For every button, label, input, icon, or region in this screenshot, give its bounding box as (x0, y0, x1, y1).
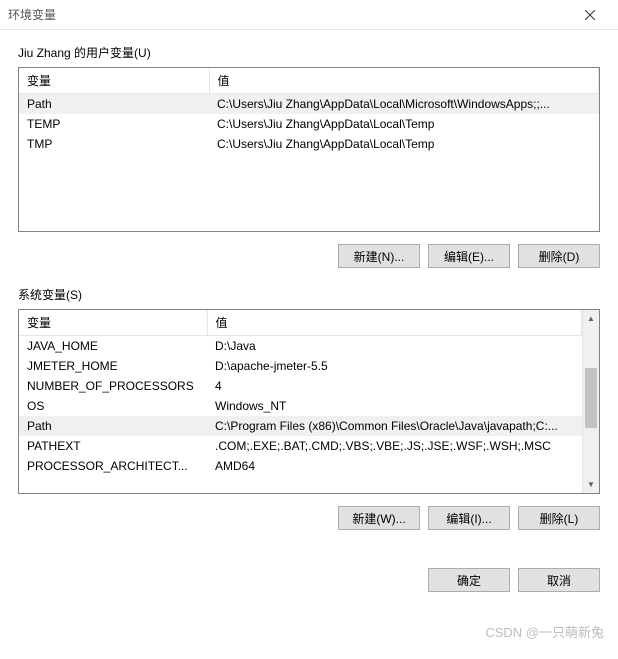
scroll-up-icon[interactable]: ▲ (583, 310, 599, 327)
cell-value: .COM;.EXE;.BAT;.CMD;.VBS;.VBE;.JS;.JSE;.… (207, 436, 582, 456)
table-row[interactable]: JAVA_HOMED:\Java (19, 336, 582, 357)
cell-value: D:\apache-jmeter-5.5 (207, 356, 582, 376)
cell-value: C:\Users\Jiu Zhang\AppData\Local\Microso… (209, 94, 599, 115)
cell-name: OS (19, 396, 207, 416)
cell-name: PROCESSOR_ARCHITECT... (19, 456, 207, 476)
table-row[interactable]: JMETER_HOMED:\apache-jmeter-5.5 (19, 356, 582, 376)
col-header-value[interactable]: 值 (209, 68, 599, 94)
scroll-down-icon[interactable]: ▼ (583, 476, 599, 493)
scroll-thumb[interactable] (585, 368, 597, 428)
table-row[interactable]: PROCESSOR_ARCHITECT...AMD64 (19, 456, 582, 476)
cell-value: AMD64 (207, 456, 582, 476)
user-edit-button[interactable]: 编辑(E)... (428, 244, 510, 268)
col-header-name[interactable]: 变量 (19, 310, 207, 336)
user-vars-buttons: 新建(N)... 编辑(E)... 删除(D) (18, 244, 600, 268)
cell-name: TMP (19, 134, 209, 154)
table-header-row: 变量 值 (19, 68, 599, 94)
cell-value: C:\Users\Jiu Zhang\AppData\Local\Temp (209, 134, 599, 154)
titlebar: 环境变量 (0, 0, 618, 30)
cell-name: JAVA_HOME (19, 336, 207, 357)
user-delete-button[interactable]: 删除(D) (518, 244, 600, 268)
system-new-button[interactable]: 新建(W)... (338, 506, 420, 530)
table-row[interactable]: NUMBER_OF_PROCESSORS4 (19, 376, 582, 396)
close-icon (585, 10, 595, 20)
col-header-value[interactable]: 值 (207, 310, 582, 336)
col-header-name[interactable]: 变量 (19, 68, 209, 94)
ok-button[interactable]: 确定 (428, 568, 510, 592)
cell-name: Path (19, 416, 207, 436)
cell-value: C:\Program Files (x86)\Common Files\Orac… (207, 416, 582, 436)
user-vars-label: Jiu Zhang 的用户变量(U) (18, 44, 600, 61)
system-vars-label: 系统变量(S) (18, 286, 600, 303)
user-vars-table[interactable]: 变量 值 PathC:\Users\Jiu Zhang\AppData\Loca… (18, 67, 600, 232)
watermark: CSDN @一只萌新兔 (485, 622, 604, 641)
system-vars-table[interactable]: 变量 值 JAVA_HOMED:\JavaJMETER_HOMED:\apach… (18, 309, 600, 494)
cell-name: NUMBER_OF_PROCESSORS (19, 376, 207, 396)
cancel-button[interactable]: 取消 (518, 568, 600, 592)
table-row[interactable]: OSWindows_NT (19, 396, 582, 416)
table-row[interactable]: PathC:\Program Files (x86)\Common Files\… (19, 416, 582, 436)
cell-name: PATHEXT (19, 436, 207, 456)
table-row[interactable]: TMPC:\Users\Jiu Zhang\AppData\Local\Temp (19, 134, 599, 154)
system-delete-button[interactable]: 删除(L) (518, 506, 600, 530)
table-row[interactable]: PATHEXT.COM;.EXE;.BAT;.CMD;.VBS;.VBE;.JS… (19, 436, 582, 456)
system-edit-button[interactable]: 编辑(I)... (428, 506, 510, 530)
window-title: 环境变量 (8, 6, 570, 23)
close-button[interactable] (570, 1, 610, 29)
scrollbar[interactable]: ▲ ▼ (582, 310, 599, 493)
cell-value: 4 (207, 376, 582, 396)
dialog-content: Jiu Zhang 的用户变量(U) 变量 值 PathC:\Users\Jiu… (0, 30, 618, 556)
table-row[interactable]: PathC:\Users\Jiu Zhang\AppData\Local\Mic… (19, 94, 599, 115)
cell-name: TEMP (19, 114, 209, 134)
cell-value: Windows_NT (207, 396, 582, 416)
dialog-footer: 确定 取消 (0, 556, 618, 606)
table-row[interactable]: TEMPC:\Users\Jiu Zhang\AppData\Local\Tem… (19, 114, 599, 134)
table-header-row: 变量 值 (19, 310, 582, 336)
cell-name: JMETER_HOME (19, 356, 207, 376)
cell-name: Path (19, 94, 209, 115)
cell-value: C:\Users\Jiu Zhang\AppData\Local\Temp (209, 114, 599, 134)
system-vars-buttons: 新建(W)... 编辑(I)... 删除(L) (18, 506, 600, 530)
cell-value: D:\Java (207, 336, 582, 357)
user-new-button[interactable]: 新建(N)... (338, 244, 420, 268)
